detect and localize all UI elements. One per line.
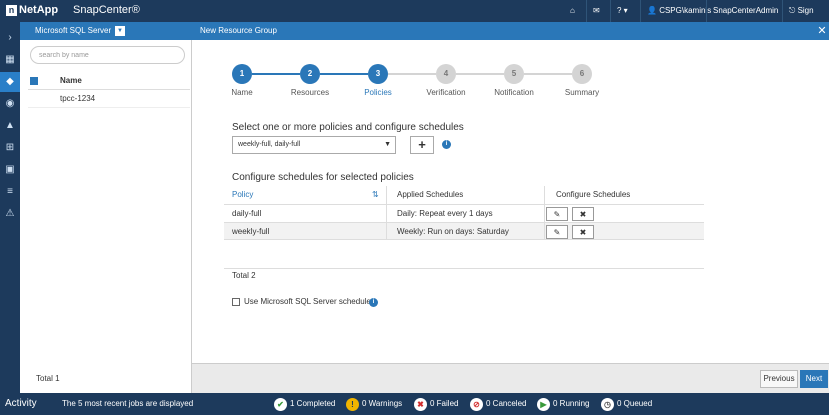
home-icon[interactable]: ⌂ (564, 0, 581, 22)
table-row[interactable]: daily-full Daily: Repeat every 1 days ✎ … (224, 204, 704, 222)
chevron-down-icon[interactable]: ▼ (115, 26, 125, 36)
top-bar: n NetApp SnapCenter® ⌂ ✉ ? ▾ 👤 CSPG\kamin… (0, 0, 829, 37)
warnings-status[interactable]: ! 0 Warnings (346, 393, 402, 415)
failed-status[interactable]: ✖ 0 Failed (414, 393, 458, 415)
monitor-icon[interactable]: ◉ (0, 94, 20, 114)
step-1-name[interactable]: 1 (232, 64, 252, 84)
step-label: Policies (364, 88, 392, 97)
search-input[interactable] (30, 46, 185, 64)
step-connector (320, 73, 368, 75)
step-connector (388, 73, 436, 75)
wizard-footer: Previous Next (192, 363, 829, 393)
sort-icon[interactable]: ⇅ (372, 190, 379, 199)
flag-icon (30, 77, 38, 85)
close-icon[interactable]: ✕ (815, 22, 829, 40)
divider (386, 223, 387, 239)
canceled-status[interactable]: ⊘ 0 Canceled (470, 393, 526, 415)
check-icon: ✔ (274, 397, 287, 411)
running-play-icon: ▶ (537, 397, 550, 411)
step-label: Resources (290, 88, 330, 97)
column-header-applied-schedules: Applied Schedules (397, 190, 464, 199)
table-row[interactable]: weekly-full Weekly: Run on days: Saturda… (224, 222, 704, 240)
step-connector (456, 73, 504, 75)
netapp-logo: n NetApp (6, 4, 58, 16)
edit-schedule-pencil-icon[interactable]: ✎ (546, 207, 568, 221)
dashboard-grid-icon[interactable]: ▦ (0, 50, 20, 70)
step-label: Verification (426, 88, 466, 97)
divider (544, 186, 545, 204)
alerts-icon[interactable]: ⚠ (0, 204, 20, 224)
column-header-policy[interactable]: Policy (232, 186, 253, 204)
resource-total: Total 1 (36, 374, 60, 383)
step-5-notification[interactable]: 5 (504, 64, 524, 84)
failed-x-icon: ✖ (414, 397, 427, 411)
step-connector (524, 73, 572, 75)
info-icon[interactable]: i (369, 298, 378, 307)
sql-scheduler-checkbox[interactable] (232, 298, 240, 306)
running-status[interactable]: ▶ 0 Running (537, 393, 589, 415)
step-label: Name (231, 88, 253, 97)
resource-type-header[interactable]: Microsoft SQL Server ▼ (20, 22, 192, 40)
sign-out-button[interactable]: ⎋ Sign Out (782, 0, 829, 37)
divider (544, 205, 545, 222)
product-name: SnapCenter® (73, 4, 140, 16)
activity-title[interactable]: Activity (5, 393, 37, 415)
resource-table-header: Name (28, 72, 190, 90)
storage-systems-icon[interactable]: ▣ (0, 160, 20, 180)
resources-shield-icon[interactable]: ◆ (0, 72, 20, 92)
divider (224, 268, 704, 269)
delete-schedule-x-icon[interactable]: ✖ (572, 225, 594, 239)
role-label[interactable]: SnapCenterAdmin (706, 0, 784, 22)
table-row[interactable]: tpcc-1234 (28, 90, 190, 108)
canceled-icon: ⊘ (470, 397, 483, 411)
step-label: Summary (564, 88, 600, 97)
activity-message: The 5 most recent jobs are displayed (62, 399, 194, 408)
mail-icon[interactable]: ✉ (586, 0, 606, 22)
queued-status[interactable]: ◷ 0 Queued (601, 393, 652, 415)
resource-panel: Microsoft SQL Server ▼ Name tpcc-1234 To… (20, 22, 192, 393)
wizard-title: New Resource Group (192, 22, 829, 40)
left-nav: › ▦ ◆ ◉ ▲ ⊞ ▣ ≡ ⚠ (0, 22, 20, 393)
wizard-panel: New Resource Group ✕ 1 2 3 4 5 6 Name Re… (192, 22, 829, 393)
policy-select[interactable]: weekly-full, daily-full ▼ (232, 136, 396, 154)
table-total: Total 2 (232, 271, 256, 280)
expand-chevron-icon[interactable]: › (0, 28, 20, 48)
reports-chart-icon[interactable]: ▲ (0, 116, 20, 136)
sql-scheduler-label: Use Microsoft SQL Server scheduler (244, 297, 374, 306)
step-4-verification[interactable]: 4 (436, 64, 456, 84)
next-button[interactable]: Next (800, 370, 828, 388)
help-icon[interactable]: ? ▾ (610, 0, 634, 22)
completed-status[interactable]: ✔ 1 Completed (274, 393, 335, 415)
add-policy-button[interactable]: + (410, 136, 434, 154)
divider (386, 205, 387, 222)
chevron-down-icon: ▼ (384, 141, 391, 148)
delete-schedule-x-icon[interactable]: ✖ (572, 207, 594, 221)
warning-icon: ! (346, 397, 359, 411)
step-3-policies[interactable]: 3 (368, 64, 388, 84)
column-header-configure-schedules: Configure Schedules (556, 190, 631, 199)
select-policies-heading: Select one or more policies and configur… (232, 122, 464, 133)
activity-bar: Activity The 5 most recent jobs are disp… (0, 393, 829, 415)
divider (386, 186, 387, 204)
hosts-icon[interactable]: ⊞ (0, 138, 20, 158)
configure-schedules-heading: Configure schedules for selected policie… (232, 172, 414, 183)
previous-button[interactable]: Previous (760, 370, 798, 388)
settings-icon[interactable]: ≡ (0, 182, 20, 202)
divider (544, 223, 545, 239)
step-connector (252, 73, 300, 75)
info-icon[interactable]: i (442, 140, 451, 149)
edit-schedule-pencil-icon[interactable]: ✎ (546, 225, 568, 239)
step-2-resources[interactable]: 2 (300, 64, 320, 84)
step-6-summary[interactable]: 6 (572, 64, 592, 84)
step-label: Notification (494, 88, 534, 97)
queued-clock-icon: ◷ (601, 397, 614, 411)
